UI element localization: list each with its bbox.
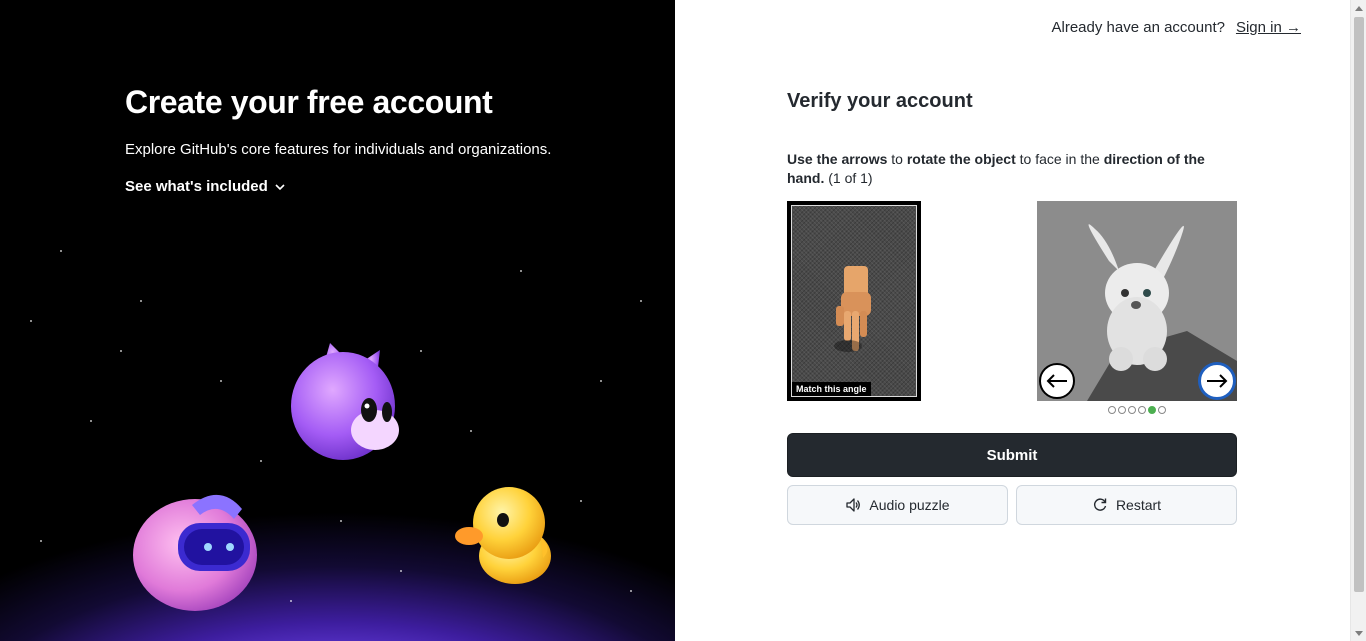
restart-button[interactable]: Restart [1016, 485, 1237, 525]
see-whats-included-link[interactable]: See what's included [125, 178, 286, 195]
already-account-text: Already have an account? [1051, 19, 1225, 36]
audio-puzzle-button[interactable]: Audio puzzle [787, 485, 1008, 525]
pointing-hand-icon [834, 266, 871, 352]
rotation-progress [1108, 406, 1166, 414]
restart-label: Restart [1115, 497, 1162, 513]
puzzle-instructions: Use the arrows to rotate the object to f… [787, 151, 1205, 186]
verify-title: Verify your account [787, 90, 973, 112]
scroll-down-arrow[interactable] [1351, 626, 1366, 640]
hand-reference: Match this angle [791, 205, 917, 397]
rotate-right-button[interactable] [1199, 363, 1235, 399]
audio-puzzle-label: Audio puzzle [869, 497, 950, 513]
arrow-right-icon [1207, 374, 1228, 388]
progress-dot [1158, 406, 1166, 414]
octocat-mascot [291, 343, 399, 460]
duck-mascot [455, 487, 551, 584]
rotatable-object [1037, 201, 1237, 401]
rotate-left-button[interactable] [1039, 363, 1075, 399]
sign-in-prompt: Already have an account? Sign in → [1052, 19, 1302, 36]
submit-button[interactable]: Submit [787, 433, 1237, 477]
robot-mascot [133, 494, 257, 611]
chevron-down-icon [275, 183, 285, 190]
progress-dot [1138, 406, 1146, 414]
reference-image: Match this angle [787, 201, 921, 401]
progress-dot-active [1148, 406, 1156, 414]
page-headline: Create your free account [125, 84, 493, 120]
page-scrollbar[interactable] [1350, 0, 1366, 641]
page-subhead: Explore GitHub's core features for indiv… [125, 141, 552, 158]
arrow-left-icon [1046, 374, 1067, 388]
scroll-up-arrow[interactable] [1351, 1, 1366, 15]
verify-panel: Already have an account? Sign in → Verif… [675, 0, 1350, 641]
progress-dot [1128, 406, 1136, 414]
speaker-icon [846, 498, 861, 512]
match-angle-label: Match this angle [792, 382, 871, 396]
refresh-icon [1093, 498, 1107, 511]
progress-dot [1118, 406, 1126, 414]
included-label: See what's included [125, 178, 268, 195]
hero-panel: Create your free account Explore GitHub'… [0, 0, 675, 641]
sign-in-link[interactable]: Sign in → [1236, 19, 1301, 36]
scroll-thumb[interactable] [1354, 17, 1364, 592]
progress-dot [1108, 406, 1116, 414]
